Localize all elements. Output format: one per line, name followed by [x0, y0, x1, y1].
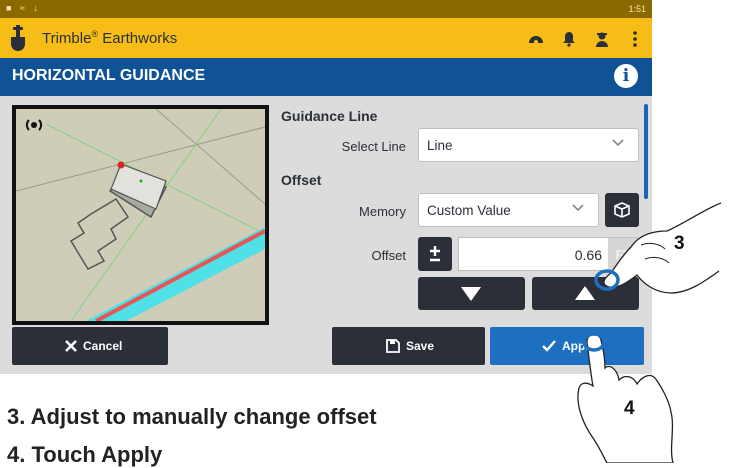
notification-icons: ■ ≈ ↓ [6, 3, 41, 13]
select-line-value: Line [427, 138, 453, 153]
plus-minus-button[interactable] [418, 237, 452, 271]
status-time: 1:51 [628, 4, 646, 14]
tap-hand-3-icon [594, 202, 722, 294]
step-4-number: 4 [624, 398, 635, 419]
status-bar: ■ ≈ ↓ 1:51 [0, 0, 652, 18]
caption-step-3: 3. Adjust to manually change offset [7, 404, 377, 429]
memory-label: Memory [359, 204, 406, 219]
chevron-down-icon [572, 204, 584, 212]
machine-icon[interactable] [527, 30, 545, 48]
close-icon [65, 340, 77, 352]
page-title: HORIZONTAL GUIDANCE [12, 67, 206, 84]
step-3-number: 3 [674, 233, 685, 254]
decrease-offset-button[interactable] [418, 277, 525, 310]
plan-view-map[interactable] [12, 105, 269, 325]
app-title: Trimble® Earthworks [42, 29, 178, 47]
page-header: HORIZONTAL GUIDANCE i [0, 58, 652, 96]
chevron-down-icon [612, 139, 624, 147]
cancel-label: Cancel [83, 339, 123, 353]
map-graphic [16, 109, 265, 321]
offset-heading: Offset [281, 172, 322, 188]
memory-dropdown[interactable]: Custom Value [418, 193, 599, 227]
plus-minus-icon [430, 246, 440, 262]
operator-icon[interactable] [593, 30, 611, 48]
checkmark-icon [542, 340, 556, 352]
offset-label: Offset [371, 248, 406, 263]
select-line-label: Select Line [341, 139, 406, 154]
signal-mode-icon[interactable] [24, 115, 44, 135]
info-icon[interactable]: i [614, 64, 638, 88]
arrow-down-icon [461, 287, 481, 301]
save-label: Save [406, 339, 435, 353]
app-bar: Trimble® Earthworks [0, 18, 652, 58]
bell-icon[interactable] [560, 30, 578, 48]
cancel-button[interactable]: Cancel [12, 327, 168, 365]
save-icon [386, 339, 400, 353]
scrollbar[interactable] [644, 104, 648, 199]
memory-value: Custom Value [427, 203, 511, 218]
save-button[interactable]: Save [332, 327, 485, 365]
caption-step-4: 4. Touch Apply [7, 442, 163, 467]
tap-hand-4-icon [577, 332, 674, 463]
guidance-line-heading: Guidance Line [281, 108, 378, 124]
more-menu-icon[interactable] [626, 30, 644, 48]
select-line-dropdown[interactable]: Line [418, 128, 639, 162]
shovel-logo-icon [11, 25, 25, 51]
